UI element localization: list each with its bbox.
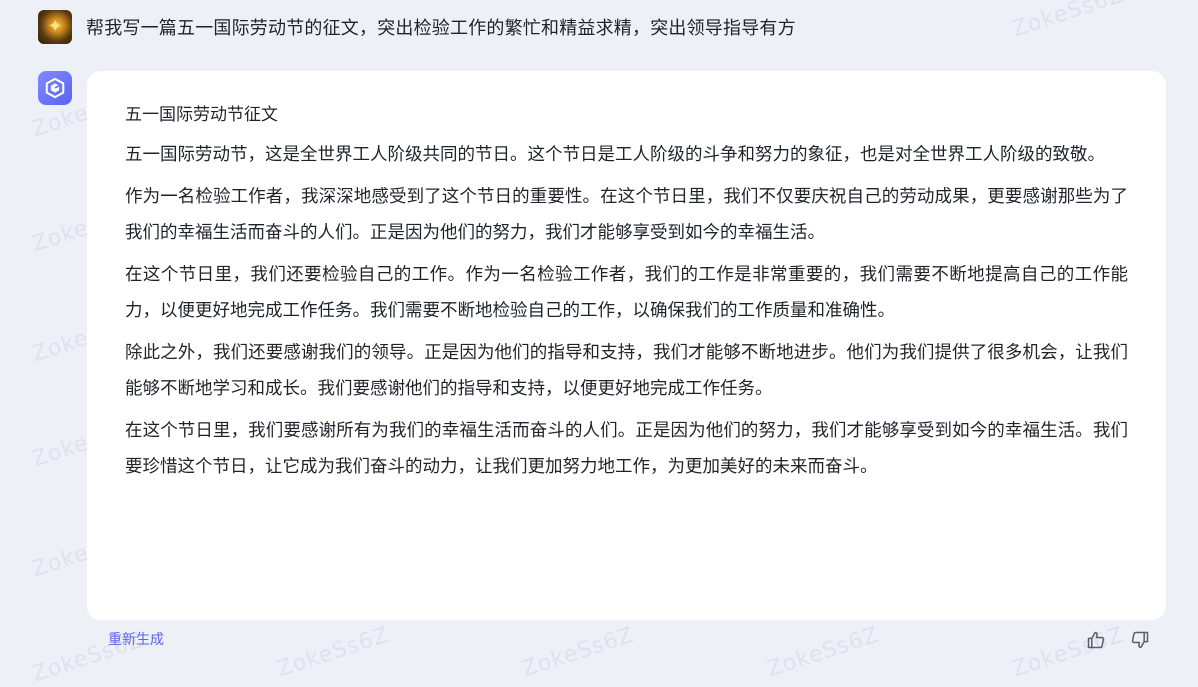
watermark: ZokeSs6Z (273, 622, 393, 683)
essay-paragraph: 作为一名检验工作者，我深深地感受到了这个节日的重要性。在这个节日里，我们不仅要庆… (125, 187, 1128, 243)
thumbs-down-icon[interactable] (1130, 630, 1150, 650)
user-avatar-icon: ✦ (38, 10, 72, 44)
user-message: ✦ 帮我写一篇五一国际劳动节的征文，突出检验工作的繁忙和精益求精，突出领导指导有… (38, 10, 796, 44)
response-card: 五一国际劳动节征文 五一国际劳动节，这是全世界工人阶级共同的节日。这个节日是工人… (87, 71, 1166, 620)
essay-title: 五一国际劳动节征文 (125, 105, 278, 125)
essay-paragraph: 五一国际劳动节，这是全世界工人阶级共同的节日。这个节日是工人阶级的斗争和努力的象… (125, 145, 1105, 165)
thumbs-up-icon[interactable] (1086, 630, 1106, 650)
watermark: ZokeSs6Z (518, 622, 638, 683)
essay-paragraph: 在这个节日里，我们还要检验自己的工作。作为一名检验工作者，我们的工作是非常重要的… (125, 265, 1128, 321)
watermark: ZokeSs6Z (1008, 622, 1128, 683)
regenerate-button[interactable]: 重新生成 (108, 629, 164, 649)
essay-paragraph: 在这个节日里，我们要感谢所有为我们的幸福生活而奋斗的人们。正是因为他们的努力，我… (125, 421, 1128, 477)
watermark: ZokeSs6Z (763, 622, 883, 683)
watermark: ZokeSs6Z (1008, 0, 1128, 43)
user-message-text: 帮我写一篇五一国际劳动节的征文，突出检验工作的繁忙和精益求精，突出领导指导有方 (86, 18, 796, 39)
essay-paragraph: 除此之外，我们还要感谢我们的领导。正是因为他们的指导和支持，我们才能够不断地进步… (125, 343, 1128, 399)
bot-logo-icon (38, 71, 72, 105)
